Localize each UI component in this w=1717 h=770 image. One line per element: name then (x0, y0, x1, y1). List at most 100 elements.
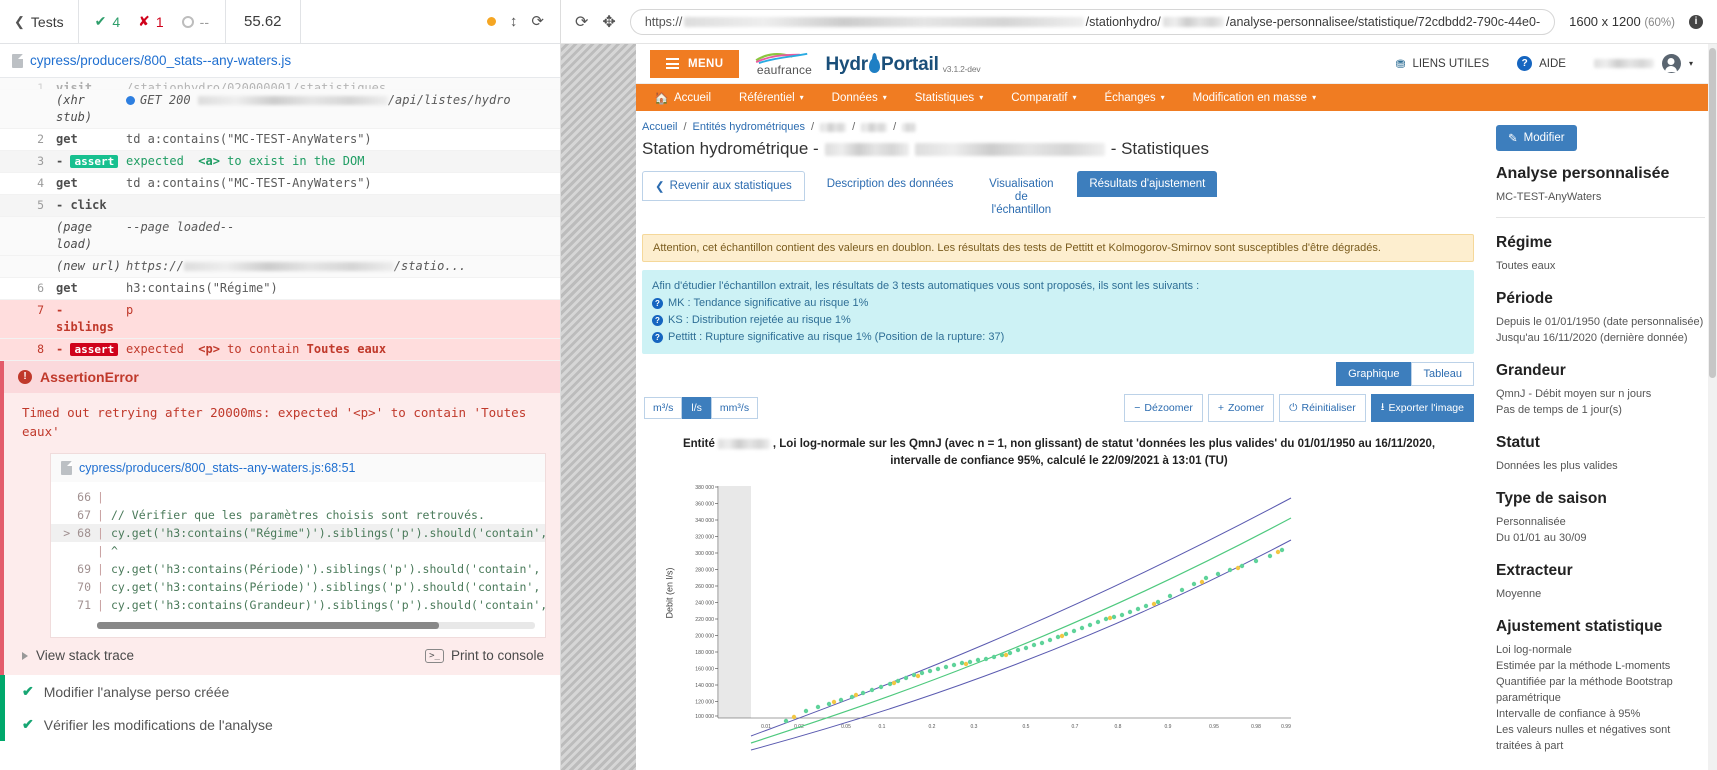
hamburger-icon (666, 58, 679, 69)
code-line: 69 | cy.get('h3:contains(Période)').sibli… (51, 560, 545, 578)
command-message: td a:contains("MC-TEST-AnyWaters") (126, 132, 372, 146)
selector-playground-icon[interactable]: ✥ (602, 12, 615, 32)
command-name: (page load) (56, 220, 93, 251)
command-row[interactable]: (page load) --page loaded-- (0, 217, 560, 256)
print-to-console-button[interactable]: >_ Print to console (425, 648, 544, 663)
url-input[interactable]: https:///stationhydro//analyse-personnal… (629, 8, 1556, 35)
file-icon (61, 461, 72, 475)
svg-text:140 000: 140 000 (695, 683, 714, 689)
modify-button[interactable]: ✎ Modifier (1496, 125, 1577, 151)
command-name: visit (56, 81, 93, 90)
nav-item-donnees[interactable]: Données ▾ (818, 84, 901, 111)
command-row[interactable]: 1 visit /stationhydro/020000001/statisti… (0, 78, 560, 90)
chevron-down-icon: ▾ (882, 93, 887, 102)
command-row[interactable]: (xhr stub) GET 200 /api/listes/hydro (0, 90, 560, 129)
info-alert-item-label: MK : Tendance significative au risque 1% (668, 297, 869, 309)
breadcrumb-item-accueil[interactable]: Accueil (642, 121, 677, 133)
chevron-down-icon: ▾ (1072, 93, 1077, 102)
section-value-pas-de-temps: Pas de temps de 1 jour(s) (1496, 404, 1622, 416)
command-row[interactable]: 2 get td a:contains("MC-TEST-AnyWaters") (0, 129, 560, 151)
scrollbar-thumb[interactable] (1709, 48, 1716, 378)
command-row[interactable]: 6 get h3:contains("Régime") (0, 278, 560, 300)
info-icon[interactable]: i (1689, 14, 1703, 29)
nav-item-echanges[interactable]: Échanges ▾ (1090, 84, 1178, 111)
tab-bar: ❮ Revenir aux statistiques Description de… (636, 167, 1482, 224)
export-image-button[interactable]: ⭳ Exporter l'image (1370, 394, 1474, 422)
reset-button[interactable]: ⏻ Réinitialiser (1279, 394, 1366, 422)
command-row[interactable]: 8 - assert expected <p> to contain Toute… (0, 339, 560, 361)
section-value-extracteur: Moyenne (1496, 588, 1542, 600)
line-marker: > (63, 526, 71, 540)
tab-revenir-aux-statistiques[interactable]: ❮ Revenir aux statistiques (642, 171, 805, 201)
nav-item-comparatif[interactable]: Comparatif ▾ (997, 84, 1090, 111)
command-row[interactable]: (new url) https:// /statio... (0, 256, 560, 278)
section-value-bootstrap: Quantifiée par la méthode Bootstrap para… (1496, 676, 1673, 704)
useful-links-button[interactable]: ⛃ LIENS UTILES (1396, 57, 1489, 71)
error-message: Timed out retrying after 20000ms: expect… (22, 405, 527, 439)
menu-button[interactable]: MENU (650, 49, 740, 78)
reset-label: Réinitialiser (1301, 402, 1356, 414)
question-icon[interactable]: ? (652, 332, 663, 343)
code-line: 67 | // Vérifier que les paramètres chois… (51, 506, 545, 524)
chart-title-entity-label: Entité (682, 438, 715, 450)
command-message: --page loaded-- (126, 220, 235, 234)
test-result-row[interactable]: ✔ Modifier l'analyse perso créée (0, 675, 560, 708)
code-horizontal-scrollbar[interactable] (97, 622, 535, 629)
assert-expected: Toutes eaux (306, 342, 387, 356)
brand-logos[interactable]: eaufrance Hydr Portail v3.1.2-dev (753, 51, 981, 76)
unit-mm3s[interactable]: mm³/s (710, 397, 759, 419)
view-stack-trace-button[interactable]: View stack trace (22, 648, 134, 663)
question-icon[interactable]: ? (652, 298, 663, 309)
question-icon: ? (1517, 56, 1533, 71)
back-to-tests-button[interactable]: ❮ Tests (0, 0, 79, 43)
spec-file-link[interactable]: cypress/producers/800_stats--any-waters.… (30, 53, 291, 68)
zoom-out-button[interactable]: − Dézoomer (1124, 394, 1203, 422)
breadcrumb-item-entites[interactable]: Entités hydrométriques (693, 121, 806, 133)
view-toggle-tableau[interactable]: Tableau (1411, 362, 1474, 386)
command-row[interactable]: 4 get td a:contains("MC-TEST-AnyWaters") (0, 173, 560, 195)
test-result-row[interactable]: ✔ Vérifier les modifications de l'analys… (0, 708, 560, 741)
section-value-regime: Toutes eaux (1496, 260, 1556, 272)
reload-icon[interactable]: ⟳ (575, 12, 588, 32)
redacted-host (197, 96, 388, 105)
unit-m3s[interactable]: m³/s (644, 397, 683, 419)
line-number: 69 (77, 562, 91, 576)
command-row[interactable]: 7 - siblings p (0, 300, 560, 339)
command-list: 1 visit /stationhydro/020000001/statisti… (0, 78, 560, 361)
nav-label: Échanges (1104, 91, 1156, 104)
nav-item-modification-en-masse[interactable]: Modification en masse ▾ (1179, 84, 1330, 111)
help-button[interactable]: ? AIDE (1517, 56, 1566, 71)
command-row[interactable]: 5 - click (0, 195, 560, 217)
page-scrollbar[interactable] (1708, 44, 1717, 770)
zoom-in-button[interactable]: + Zoomer (1207, 394, 1275, 422)
tab-resultats-ajustement[interactable]: Résultats d'ajustement (1077, 171, 1218, 197)
nav-item-referentiel[interactable]: Référentiel ▾ (725, 84, 818, 111)
restart-icon[interactable]: ⟳ (531, 14, 544, 29)
scrollbar-thumb[interactable] (97, 622, 439, 629)
command-number: 8 (37, 342, 44, 356)
chart-svg[interactable]: 380 000 360 000 340 000 320 000 300 000 280… (666, 478, 1306, 770)
adjustment-chart[interactable]: Debit (en l/s) 380 000 360 000 340 000 320… (636, 478, 1482, 770)
nav-item-accueil[interactable]: 🏠 Accueil (650, 84, 725, 111)
command-message: expected <a> to exist in the DOM (126, 154, 365, 168)
chart-title-line1: , Loi log-normale sur les QmnJ (avec n =… (772, 438, 1436, 450)
x-axis-ticks: 0.01 0.02 0.05 0.1 0.2 0.3 0.5 0.7 0.8 0.9 0.… (761, 724, 1291, 730)
user-menu[interactable]: ▾ (1593, 54, 1693, 73)
command-row[interactable]: 3 - assert expected <a> to exist in the … (0, 151, 560, 173)
line-source: cy.get('h3:contains(Grandeur)').siblings… (111, 598, 545, 612)
tab-visualisation-echantillon[interactable]: Visualisation de l'échantillon (975, 171, 1067, 224)
section-value-periode-fin: Jusqu'au 16/11/2020 (dernière donnée) (1496, 332, 1688, 344)
view-toggle-graphique[interactable]: Graphique (1336, 362, 1412, 386)
nav-item-statistiques[interactable]: Statistiques ▾ (901, 84, 997, 111)
section-title-regime: Régime (1496, 234, 1552, 251)
tab-description-des-donnees[interactable]: Description des données (815, 171, 966, 197)
viewport-dimensions: 1600 x 1200 (1569, 14, 1641, 29)
svg-text:360 000: 360 000 (695, 502, 714, 508)
unit-ls[interactable]: l/s (682, 397, 711, 419)
question-icon[interactable]: ? (652, 315, 663, 326)
resize-vertical-icon[interactable]: ↕ (510, 14, 518, 29)
code-frame-file-link[interactable]: cypress/producers/800_stats--any-waters.… (79, 461, 356, 475)
y-axis-line (715, 486, 719, 718)
breadcrumb: Accueil / Entités hydrométriques / / / (636, 111, 1482, 133)
nav-label: Comparatif (1011, 91, 1068, 104)
